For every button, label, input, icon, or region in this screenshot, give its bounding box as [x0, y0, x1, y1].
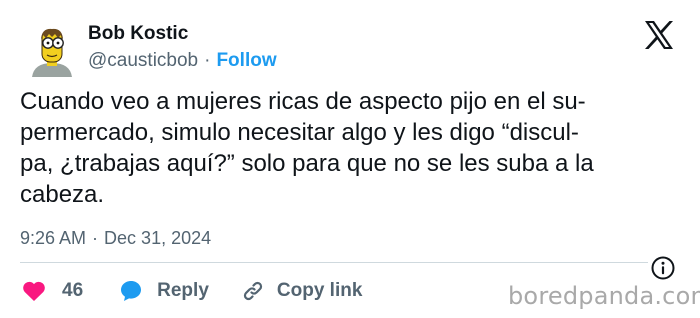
like-count: 46 — [62, 280, 84, 301]
copy-link-button[interactable]: Copy link — [241, 279, 363, 303]
watermark: boredpanda.com — [508, 282, 700, 310]
author-name[interactable]: Bob Kostic — [88, 22, 277, 46]
tweet-text-line: pa, ¿trabajas aquí?” solo para que no se… — [20, 150, 594, 177]
tweet-text-line: Cuando veo a mujeres ricas de aspecto pi… — [20, 88, 586, 115]
action-bar: 46 Reply Copy link — [22, 276, 362, 306]
avatar[interactable] — [30, 27, 74, 77]
heart-icon — [23, 281, 45, 301]
meta-separator: · — [204, 50, 211, 71]
divider — [20, 262, 648, 263]
author-handle[interactable]: @causticbob — [88, 50, 198, 71]
tweet-card: Bob Kostic @causticbob · Follow Cuando veo… — [0, 0, 700, 318]
link-icon — [243, 281, 263, 301]
like-button[interactable]: 46 — [22, 280, 83, 302]
author-block: Bob Kostic @causticbob · Follow — [88, 22, 277, 74]
tweet-text: Cuando veo a mujeres ricas de aspecto pi… — [20, 86, 680, 210]
tweet-timestamp[interactable]: 9:26 AM · Dec 31, 2024 — [20, 228, 211, 249]
tweet-text-line: cabeza. — [20, 181, 105, 208]
tweet-date: Dec 31, 2024 — [104, 228, 212, 248]
speech-bubble-icon — [121, 281, 142, 301]
copy-link-label: Copy link — [276, 280, 363, 301]
info-icon[interactable] — [650, 255, 676, 281]
timestamp-separator: · — [92, 228, 99, 248]
author-meta: @causticbob · Follow — [88, 48, 277, 74]
x-logo-icon[interactable] — [643, 20, 675, 50]
reply-button[interactable]: Reply — [119, 279, 209, 303]
tweet-time: 9:26 AM — [20, 228, 87, 248]
follow-button[interactable]: Follow — [216, 50, 276, 71]
tweet-text-line: permercado, simulo necesitar algo y les … — [20, 119, 579, 146]
reply-label: Reply — [157, 280, 209, 301]
